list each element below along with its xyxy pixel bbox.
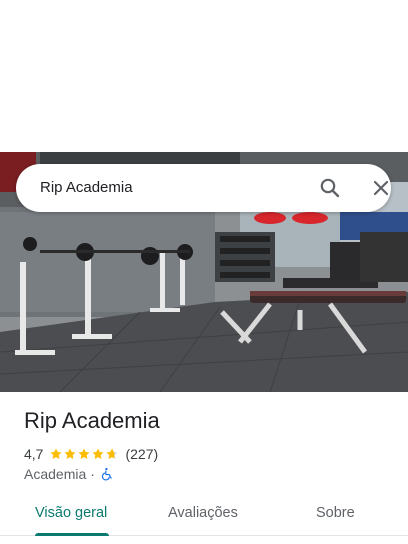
active-tab-indicator xyxy=(35,533,109,536)
search-input[interactable]: Rip Academia xyxy=(40,179,133,196)
place-category: Academia xyxy=(24,466,87,482)
close-icon[interactable] xyxy=(369,176,393,200)
review-count[interactable]: (227) xyxy=(125,446,158,462)
star-rating xyxy=(49,447,119,461)
place-name: Rip Academia xyxy=(24,408,160,433)
category-row: Academia · xyxy=(24,465,114,483)
tab-overview[interactable]: Visão geral xyxy=(35,505,107,521)
rating-value: 4,7 xyxy=(24,446,44,462)
tab-reviews[interactable]: Avaliações xyxy=(168,505,238,521)
separator: · xyxy=(90,466,95,482)
tab-about[interactable]: Sobre xyxy=(316,505,355,521)
star-half-icon xyxy=(106,448,119,460)
star-icon xyxy=(78,448,91,460)
tab-bar: Visão geral Avaliações Sobre xyxy=(0,492,408,536)
search-icon[interactable] xyxy=(318,176,342,200)
star-icon xyxy=(64,448,77,460)
map-area xyxy=(0,0,408,152)
star-icon xyxy=(92,448,105,460)
rating-row[interactable]: 4,7 (227) xyxy=(24,445,158,463)
search-bar[interactable]: Rip Academia xyxy=(16,164,391,212)
wheelchair-icon xyxy=(101,467,112,481)
star-icon xyxy=(50,448,63,460)
